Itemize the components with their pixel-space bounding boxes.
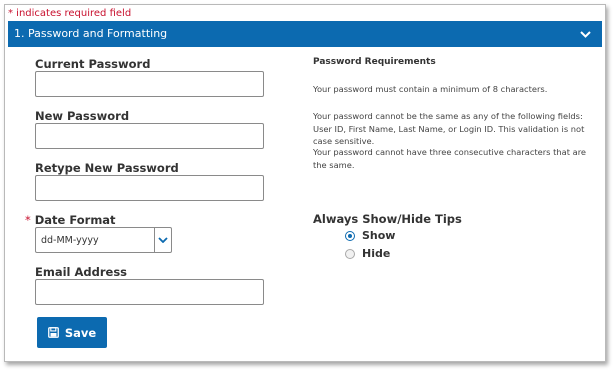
requirement-text: Your password cannot have three consecut… bbox=[313, 147, 587, 170]
save-button[interactable]: Save bbox=[37, 317, 107, 348]
section-title: 1. Password and Formatting bbox=[14, 27, 168, 40]
new-password-input[interactable] bbox=[35, 123, 264, 149]
radio-selected-icon[interactable] bbox=[345, 230, 355, 241]
radio-hide-label: Hide bbox=[362, 247, 391, 260]
requirement-text: Your password must contain a minimum of … bbox=[313, 84, 548, 94]
password-requirements-title: Password Requirements bbox=[313, 57, 436, 67]
email-label: Email Address bbox=[35, 265, 128, 279]
radio-unselected-icon[interactable] bbox=[345, 248, 355, 259]
requirement-text: Your password cannot be the same as any … bbox=[313, 111, 585, 146]
preferences-panel: * indicates required field 1. Password a… bbox=[4, 4, 606, 362]
section-header[interactable]: 1. Password and Formatting bbox=[8, 21, 602, 47]
retype-password-label: Retype New Password bbox=[35, 161, 179, 175]
date-format-value: dd-MM-yyyy bbox=[41, 235, 99, 246]
required-note-text: indicates required field bbox=[13, 8, 132, 19]
save-icon bbox=[47, 327, 59, 338]
date-format-label: Date Format bbox=[34, 213, 116, 227]
save-label: Save bbox=[64, 325, 97, 340]
chevron-down-icon[interactable] bbox=[578, 21, 592, 47]
current-password-label: Current Password bbox=[35, 57, 151, 71]
chevron-down-icon[interactable] bbox=[154, 228, 171, 252]
radio-show-label: Show bbox=[362, 229, 396, 242]
date-format-select[interactable]: dd-MM-yyyy bbox=[35, 227, 172, 253]
radio-hide[interactable]: Hide bbox=[345, 247, 390, 260]
date-format-label-row: * Date Format bbox=[25, 213, 116, 227]
email-input[interactable] bbox=[35, 279, 264, 305]
required-star: * bbox=[25, 213, 31, 227]
current-password-input[interactable] bbox=[35, 71, 264, 97]
radio-show[interactable]: Show bbox=[345, 229, 395, 242]
required-field-note: * indicates required field bbox=[8, 8, 131, 20]
new-password-label: New Password bbox=[35, 109, 130, 123]
retype-password-input[interactable] bbox=[35, 175, 264, 201]
tips-title: Always Show/Hide Tips bbox=[313, 212, 462, 226]
